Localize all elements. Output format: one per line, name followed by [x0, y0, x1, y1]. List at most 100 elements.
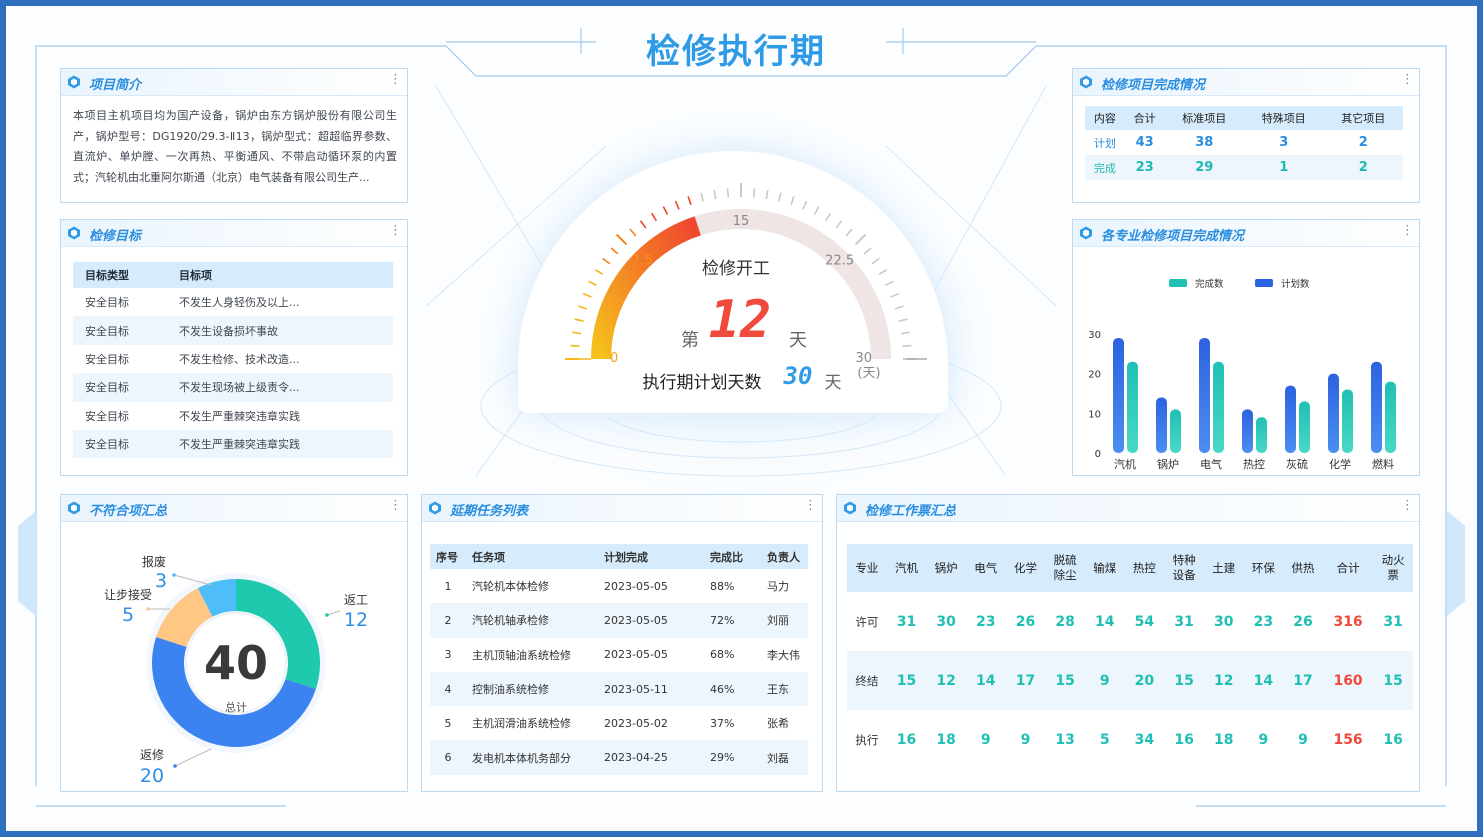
- bar-completed[interactable]: [1299, 401, 1310, 453]
- table-row[interactable]: 许可 31 30 23 26 28 14 54 31 30 23 26 316 31: [847, 592, 1413, 651]
- gauge-tick: [687, 196, 692, 206]
- gauge-tick: [574, 318, 584, 322]
- cell: 12: [1203, 651, 1244, 710]
- cell: 37%: [710, 716, 735, 730]
- gauge-tick-label: 22.5: [825, 253, 854, 268]
- bar-planned[interactable]: [1199, 337, 1210, 453]
- gauge-tick-label: 30: [855, 351, 872, 366]
- y-tick-label: 20: [1088, 370, 1101, 381]
- cell: 2: [430, 603, 466, 638]
- table-row[interactable]: 安全目标 不发生严重棘突违章实践: [73, 402, 393, 430]
- table-row[interactable]: 2 汽轮机轴承检修 2023-05-05 72% 刘丽: [430, 603, 808, 638]
- more-icon[interactable]: ⋮: [1401, 223, 1414, 238]
- table-row[interactable]: 终结 15 12 14 17 15 9 20 15 12 14 17 160 15: [847, 651, 1413, 710]
- cell: 17: [1283, 651, 1323, 710]
- table-row[interactable]: 安全目标 不发生人身轻伤及以上...: [73, 288, 393, 316]
- panel-header: 检修目标 ⋮: [61, 220, 407, 247]
- cell: 2023-05-11: [598, 671, 704, 707]
- bar-planned[interactable]: [1242, 409, 1253, 453]
- table-row[interactable]: 安全目标 不发生严重棘突违章实践: [73, 429, 393, 459]
- column-header: 土建: [1203, 544, 1244, 592]
- slice-value: 12: [344, 609, 368, 631]
- target-type: 安全目标: [73, 316, 167, 345]
- completion-table: 内容 合计 标准项目 特殊项目 其它项目 计划 43 38 3 2 完成 23 …: [1085, 106, 1403, 180]
- column-header: 目标类型: [73, 262, 167, 288]
- panel-title: 不符合项汇总: [89, 504, 168, 519]
- cell: 43: [1135, 135, 1154, 150]
- row-label: 执行: [855, 732, 879, 747]
- gauge-tick: [813, 206, 820, 216]
- bar-planned[interactable]: [1328, 373, 1339, 453]
- cell: 30: [936, 613, 956, 630]
- page-title: 检修执行期: [646, 32, 826, 72]
- gauge-tick: [629, 228, 637, 237]
- slice-value: 3: [155, 570, 167, 592]
- table-row[interactable]: 执行 16 18 9 9 13 5 34 16 18 9 9 156 16: [847, 710, 1413, 769]
- cell: 3: [444, 648, 452, 662]
- cell: 9: [1258, 731, 1269, 748]
- bar-completed[interactable]: [1256, 417, 1267, 453]
- more-icon[interactable]: ⋮: [389, 72, 402, 87]
- more-icon[interactable]: ⋮: [1401, 72, 1414, 87]
- row-label: 终结: [847, 651, 887, 710]
- target-item: 不发生设备损坏事故: [167, 316, 393, 345]
- cell: 2023-04-25: [598, 740, 704, 775]
- column-header: 特种 设备: [1164, 544, 1204, 592]
- gauge-tick: [898, 318, 908, 322]
- slice-name: 返工: [344, 593, 368, 607]
- x-tick-label: 化学: [1329, 457, 1351, 471]
- bar-planned[interactable]: [1113, 337, 1124, 453]
- bar-planned[interactable]: [1285, 385, 1296, 453]
- hexagon-icon: [68, 75, 80, 89]
- table-row[interactable]: 6 发电机本体机务部分 2023-04-25 29% 刘磊: [430, 740, 808, 775]
- table-row[interactable]: 1 汽轮机本体检修 2023-05-05 88% 马力: [430, 569, 808, 603]
- more-icon[interactable]: ⋮: [389, 498, 402, 513]
- table-row[interactable]: 3 主机顶轴油系统检修 2023-05-05 68% 李大伟: [430, 638, 808, 672]
- cell: 88%: [710, 579, 735, 593]
- slice-name: 报废: [142, 554, 166, 569]
- cell: 14: [965, 651, 1006, 710]
- bar-completed[interactable]: [1385, 381, 1396, 453]
- hexagon-icon: [429, 501, 441, 515]
- legend-label: 完成数: [1195, 278, 1224, 290]
- y-tick-label: 10: [1088, 409, 1101, 420]
- table-row[interactable]: 安全目标 不发生检修、技术改造...: [73, 345, 393, 373]
- more-icon[interactable]: ⋮: [804, 498, 817, 513]
- cell: 3: [1279, 135, 1289, 150]
- cell: 29%: [704, 740, 761, 775]
- targets-panel: 检修目标 ⋮ 目标类型 目标项 安全目标 不发生人身轻伤及以上... 安全目标 不发…: [60, 219, 408, 476]
- table-row[interactable]: 5 主机润滑油系统检修 2023-05-02 37% 张希: [430, 706, 808, 740]
- gauge-unit: (天): [857, 366, 880, 381]
- more-icon[interactable]: ⋮: [1401, 498, 1414, 513]
- hexagon-icon: [68, 226, 80, 240]
- table-row[interactable]: 安全目标 不发生现场被上级责令...: [73, 373, 393, 402]
- column-header: 合计: [1322, 544, 1374, 592]
- label-dot: [325, 613, 329, 617]
- legend-swatch: [1169, 279, 1187, 287]
- table-row[interactable]: 4 控制油系统检修 2023-05-11 46% 王东: [430, 671, 808, 707]
- table-row[interactable]: 安全目标 不发生设备损坏事故: [73, 316, 393, 345]
- bar-planned[interactable]: [1156, 397, 1167, 453]
- hexagon-icon: [844, 501, 856, 515]
- slice-value: 5: [122, 604, 134, 626]
- row-label: 完成: [1085, 155, 1125, 180]
- cell: 9: [1298, 731, 1308, 748]
- column-header: 特殊项目: [1244, 106, 1324, 130]
- target-type: 安全目标: [73, 429, 167, 459]
- cell: 26: [1015, 613, 1036, 630]
- cell: 26: [1293, 613, 1313, 630]
- gauge-tick: [582, 292, 592, 298]
- specialty-panel: 各专业检修项目完成情况 ⋮ 0 10 20 30 汽机 锅炉 电气 热控 灰硫 化学 燃料 完成数 计划…: [1072, 219, 1420, 476]
- bar-completed[interactable]: [1170, 409, 1181, 453]
- column-header: 环保: [1243, 544, 1284, 592]
- cell: 主机顶轴油系统检修: [472, 648, 571, 662]
- more-icon[interactable]: ⋮: [389, 223, 402, 238]
- gauge-tick: [571, 331, 582, 335]
- cell: 1: [1244, 155, 1324, 180]
- column-header: 热控: [1124, 544, 1165, 592]
- bar-planned[interactable]: [1371, 361, 1382, 453]
- cell: 主机润滑油系统检修: [472, 717, 571, 731]
- bar-completed[interactable]: [1213, 361, 1224, 453]
- bar-completed[interactable]: [1342, 389, 1353, 453]
- bar-completed[interactable]: [1127, 361, 1138, 453]
